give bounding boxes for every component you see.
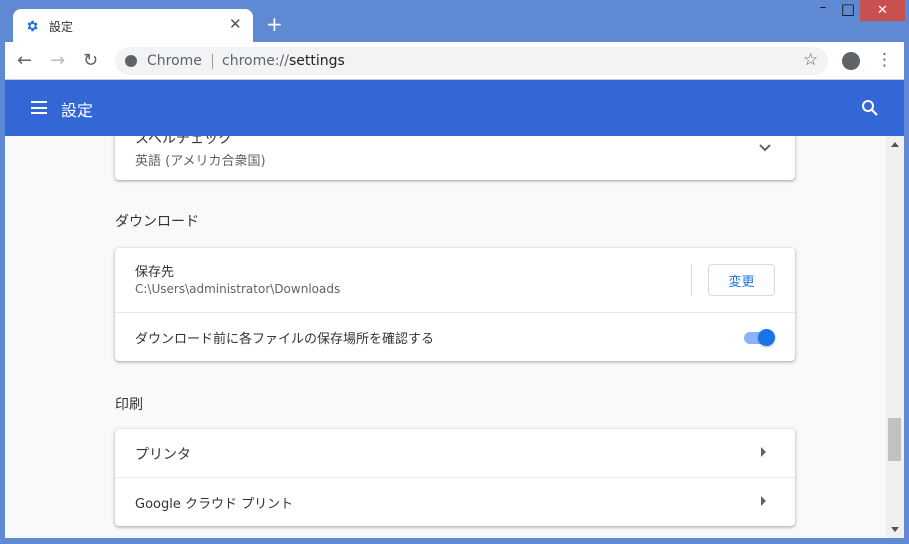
close-window-button[interactable]: ✕ xyxy=(860,0,905,21)
address-bar[interactable]: Chrome chrome:// settings ☆ xyxy=(115,47,828,75)
new-tab-button[interactable]: + xyxy=(266,12,283,36)
spellcheck-value: 英語 (アメリカ合衆国) xyxy=(135,154,266,169)
chrome-icon xyxy=(125,55,137,67)
ask-location-toggle[interactable] xyxy=(744,329,775,346)
arrow-right-icon xyxy=(761,447,766,457)
printers-label: プリンタ xyxy=(135,447,191,463)
printing-heading: 印刷 xyxy=(115,397,143,413)
gear-icon xyxy=(27,20,38,32)
hamburger-menu-icon[interactable] xyxy=(31,101,47,114)
scroll-down-icon[interactable] xyxy=(891,527,899,532)
divider xyxy=(212,54,213,69)
downloads-heading: ダウンロード xyxy=(115,214,199,230)
ask-location-label: ダウンロード前に各ファイルの保存場所を確認する xyxy=(135,332,435,347)
arrow-right-icon xyxy=(761,496,766,506)
reload-button[interactable]: ↻ xyxy=(83,50,98,71)
minimize-button[interactable]: – xyxy=(808,0,838,21)
menu-icon[interactable]: ⋮ xyxy=(876,50,893,70)
scrollbar-thumb[interactable] xyxy=(888,418,901,461)
url-prefix: chrome:// xyxy=(222,53,289,69)
location-value: C:\Users\administrator\Downloads xyxy=(135,282,341,296)
cloud-print-row[interactable]: Google クラウド プリント xyxy=(115,478,795,526)
profile-avatar-icon[interactable] xyxy=(842,52,860,70)
tab-settings[interactable]: 設定 ✕ xyxy=(13,9,253,43)
site-label: Chrome xyxy=(147,53,202,69)
scrollbar[interactable] xyxy=(886,136,904,538)
divider xyxy=(691,264,692,296)
printing-card: プリンタ Google クラウド プリント xyxy=(115,429,795,526)
search-icon[interactable] xyxy=(861,99,879,117)
settings-header: 設定 xyxy=(5,80,904,136)
printers-row[interactable]: プリンタ xyxy=(115,429,795,477)
star-icon[interactable]: ☆ xyxy=(803,50,818,70)
spellcheck-card[interactable]: スペルチェック 英語 (アメリカ合衆国) xyxy=(115,136,795,180)
back-button[interactable]: ← xyxy=(17,50,32,71)
spellcheck-title: スペルチェック xyxy=(135,136,233,147)
page-title: 設定 xyxy=(61,101,94,120)
location-label: 保存先 xyxy=(135,265,175,280)
divider xyxy=(115,312,795,313)
scroll-up-icon[interactable] xyxy=(891,142,899,147)
url-path: settings xyxy=(289,53,345,69)
forward-button[interactable]: → xyxy=(50,50,65,71)
change-location-button[interactable]: 変更 xyxy=(708,264,775,296)
downloads-card: 保存先 C:\Users\administrator\Downloads 変更 … xyxy=(115,248,795,361)
close-tab-icon[interactable]: ✕ xyxy=(229,15,242,33)
cloud-print-label: Google クラウド プリント xyxy=(135,497,294,512)
settings-content: スペルチェック 英語 (アメリカ合衆国) ダウンロード 保存先 C:\Users… xyxy=(5,136,886,538)
tab-title: 設定 xyxy=(49,20,74,34)
chevron-down-icon[interactable] xyxy=(759,144,771,152)
toolbar: ← → ↻ Chrome chrome:// settings ☆ ⋮ xyxy=(5,42,904,80)
maximize-button[interactable]: □ xyxy=(835,0,861,21)
